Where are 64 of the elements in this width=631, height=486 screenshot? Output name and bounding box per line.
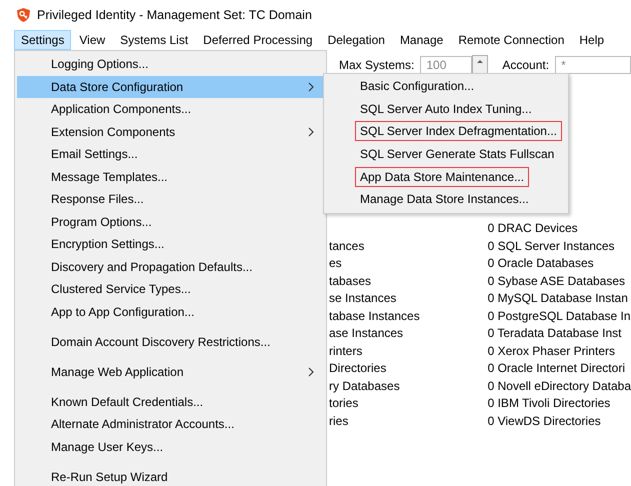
list-entry: tabases: [329, 272, 372, 290]
menu-item[interactable]: Clustered Service Types...: [17, 278, 324, 300]
menu-item[interactable]: Alternate Administrator Accounts...: [17, 413, 324, 436]
menu-item[interactable]: Extension Components: [17, 120, 324, 143]
max-systems-label: Max Systems:: [339, 58, 414, 72]
menu-bar-item[interactable]: Manage: [392, 30, 450, 50]
menu-item[interactable]: App Data Store Maintenance...: [355, 166, 530, 187]
menu-bar-item[interactable]: Systems List: [113, 30, 196, 50]
list-entry: 0 DRAC Devices: [488, 220, 579, 237]
menu-bar-item[interactable]: View: [72, 30, 112, 50]
list-entry: tories: [329, 395, 360, 412]
list-entry: es: [329, 255, 343, 272]
chevron-right-icon: [308, 366, 314, 377]
menu-item[interactable]: Re-Run Setup Wizard: [17, 466, 324, 486]
list-entry: ry Databases: [329, 378, 401, 394]
menu-item[interactable]: Manage Data Store Instances...: [355, 189, 534, 210]
menu-bar-item[interactable]: Settings: [14, 30, 72, 50]
list-entry: 0 PostgreSQL Database In: [488, 308, 631, 324]
menu-item[interactable]: Program Options...: [17, 210, 324, 233]
list-entry: 0 MySQL Database Instan: [488, 290, 629, 307]
list-entry: Directories: [329, 360, 388, 377]
shield-key-icon: [16, 7, 31, 23]
account-field[interactable]: *: [555, 56, 631, 74]
chevron-right-icon: [308, 126, 314, 137]
list-entry: ase Instances: [329, 325, 404, 342]
menu-bar-item[interactable]: Delegation: [320, 30, 392, 50]
menu-item[interactable]: Encryption Settings...: [17, 233, 324, 256]
list-entry: 0 Novell eDirectory Databa: [488, 378, 631, 394]
menu-item[interactable]: SQL Server Index Defragmentation...: [355, 121, 562, 142]
list-entry: tabase Instances: [329, 308, 421, 324]
list-entry: ries: [329, 412, 350, 430]
list-entry: 0 SQL Server Instances: [488, 238, 616, 254]
account-label: Account:: [502, 58, 550, 72]
menu-item[interactable]: Application Components...: [17, 98, 324, 120]
menu-item[interactable]: Data Store Configuration: [17, 76, 324, 98]
menu-item[interactable]: Manage User Keys...: [17, 436, 324, 458]
menu-bar-item[interactable]: Remote Connection: [451, 30, 572, 50]
spinner-icon[interactable]: [472, 55, 488, 75]
menu-item[interactable]: SQL Server Auto Index Tuning...: [355, 98, 537, 119]
list-entry: se Instances: [329, 290, 398, 307]
chevron-right-icon: [308, 82, 314, 92]
list-entry: 0 IBM Tivoli Directories: [488, 395, 612, 412]
menu-item[interactable]: Message Templates...: [17, 166, 324, 188]
menu-item[interactable]: SQL Server Generate Stats Fullscan: [355, 144, 560, 164]
list-entry: 0 Oracle Databases: [488, 255, 595, 272]
menu-item[interactable]: Response Files...: [17, 188, 324, 210]
list-entry: tances: [329, 238, 366, 254]
menu-item[interactable]: Email Settings...: [17, 143, 324, 166]
list-entry: rinters: [329, 342, 364, 360]
list-entry: 0 Xerox Phaser Printers: [488, 342, 616, 360]
menu-item[interactable]: Known Default Credentials...: [17, 390, 324, 413]
menu-item[interactable]: Discovery and Propagation Defaults...: [17, 256, 324, 278]
list-entry: 0 ViewDS Directories: [488, 412, 602, 430]
list-entry: 0 Oracle Internet Directori: [488, 360, 626, 377]
menu-item[interactable]: Domain Account Discovery Restrictions...: [17, 330, 324, 353]
list-entry: 0 Sybase ASE Databases: [488, 272, 626, 290]
menu-bar-item[interactable]: Deferred Processing: [196, 30, 320, 50]
menu-item[interactable]: App to App Configuration...: [17, 300, 324, 323]
menu-item[interactable]: Basic Configuration...: [355, 76, 480, 96]
menu-item[interactable]: Manage Web Application: [17, 360, 324, 383]
list-entry: 0 Teradata Database Inst: [488, 325, 622, 342]
menu-bar-item[interactable]: Help: [572, 30, 612, 50]
window-title: Privileged Identity - Management Set: TC Domain: [37, 8, 312, 22]
menu-item[interactable]: Logging Options...: [17, 53, 324, 76]
